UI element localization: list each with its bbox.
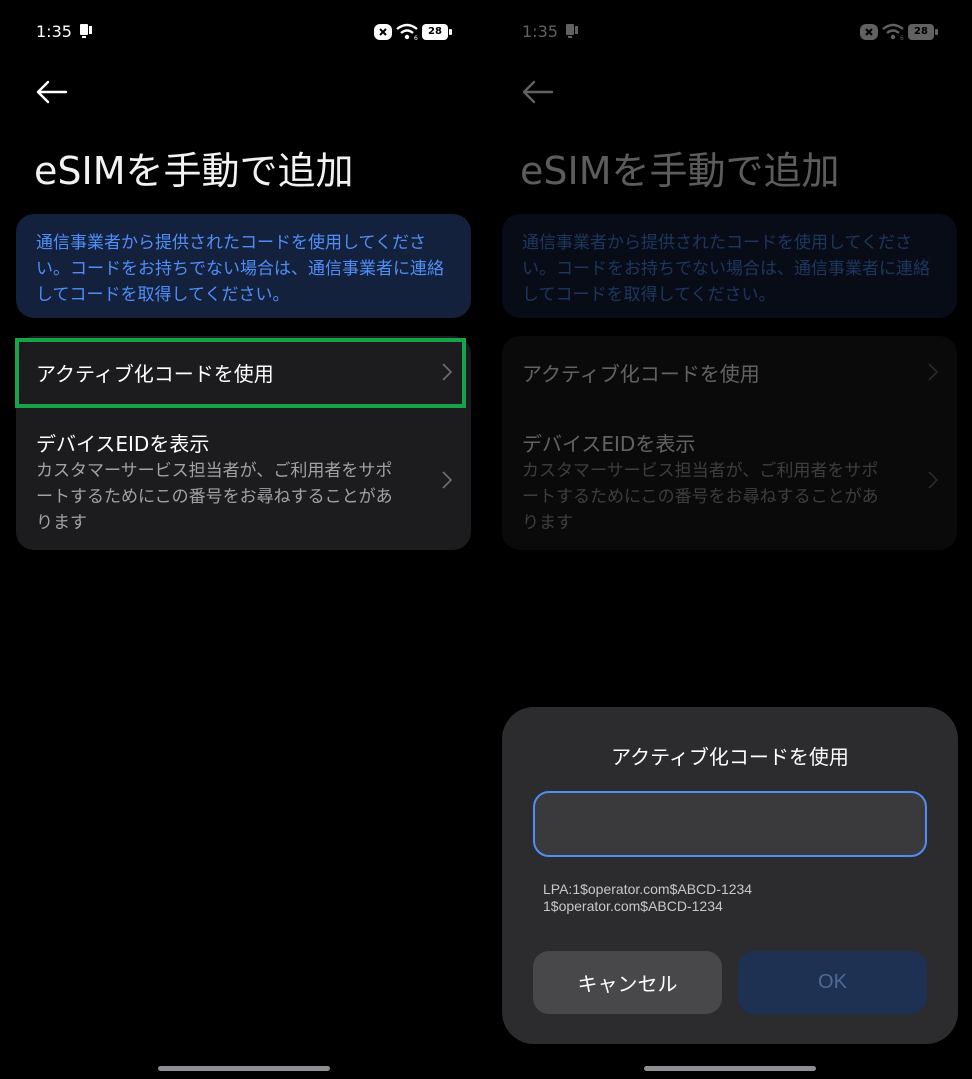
- menu-item-description: カスタマーサービス担当者が、ご利用者をサポートするためにこの番号をお尋ねすること…: [36, 461, 393, 533]
- activation-code-input[interactable]: [533, 791, 927, 857]
- ok-button[interactable]: OK: [738, 951, 927, 1014]
- info-card: 通信事業者から提供されたコードを使用してください。コードをお持ちでない場合は、通…: [16, 214, 471, 318]
- page-title: eSIMを手動で追加: [34, 149, 354, 193]
- screen-right: 1:35 6 28: [486, 0, 972, 1079]
- notification-icon: [80, 24, 92, 38]
- status-bar: 1:35 6 28: [36, 20, 452, 44]
- home-indicator[interactable]: [158, 1066, 330, 1071]
- back-icon[interactable]: [34, 76, 70, 108]
- battery-level: 28: [428, 26, 442, 37]
- dialog-title: アクティブ化コードを使用: [611, 745, 849, 769]
- activation-code-dialog: アクティブ化コードを使用 LPA:1$operator.com$ABCD-123…: [502, 707, 958, 1044]
- home-indicator[interactable]: [644, 1066, 816, 1071]
- x-box-icon: [374, 24, 392, 40]
- dialog-hint: LPA:1$operator.com$ABCD-1234 1$operator.…: [543, 881, 752, 915]
- battery-icon: 28: [422, 24, 452, 40]
- screen-left: 1:35 6 28 eSIMを手動で追加 通信事業者から提供されたコードを使用し…: [0, 0, 486, 1079]
- menu-item-label: デバイスEIDを表示: [36, 432, 210, 456]
- cancel-button[interactable]: キャンセル: [533, 951, 722, 1014]
- chevron-right-icon: [442, 471, 453, 489]
- wifi-icon: 6: [396, 23, 418, 41]
- info-text: 通信事業者から提供されたコードを使用してください。コードをお持ちでない場合は、通…: [36, 233, 444, 305]
- menu-item-device-eid[interactable]: デバイスEIDを表示 カスタマーサービス担当者が、ご利用者をサポートするためにこ…: [16, 418, 471, 548]
- highlight-box: [15, 338, 466, 408]
- hint-line: 1$operator.com$ABCD-1234: [543, 898, 723, 914]
- svg-text:6: 6: [414, 35, 418, 41]
- hint-line: LPA:1$operator.com$ABCD-1234: [543, 881, 753, 897]
- status-time: 1:35: [36, 22, 72, 41]
